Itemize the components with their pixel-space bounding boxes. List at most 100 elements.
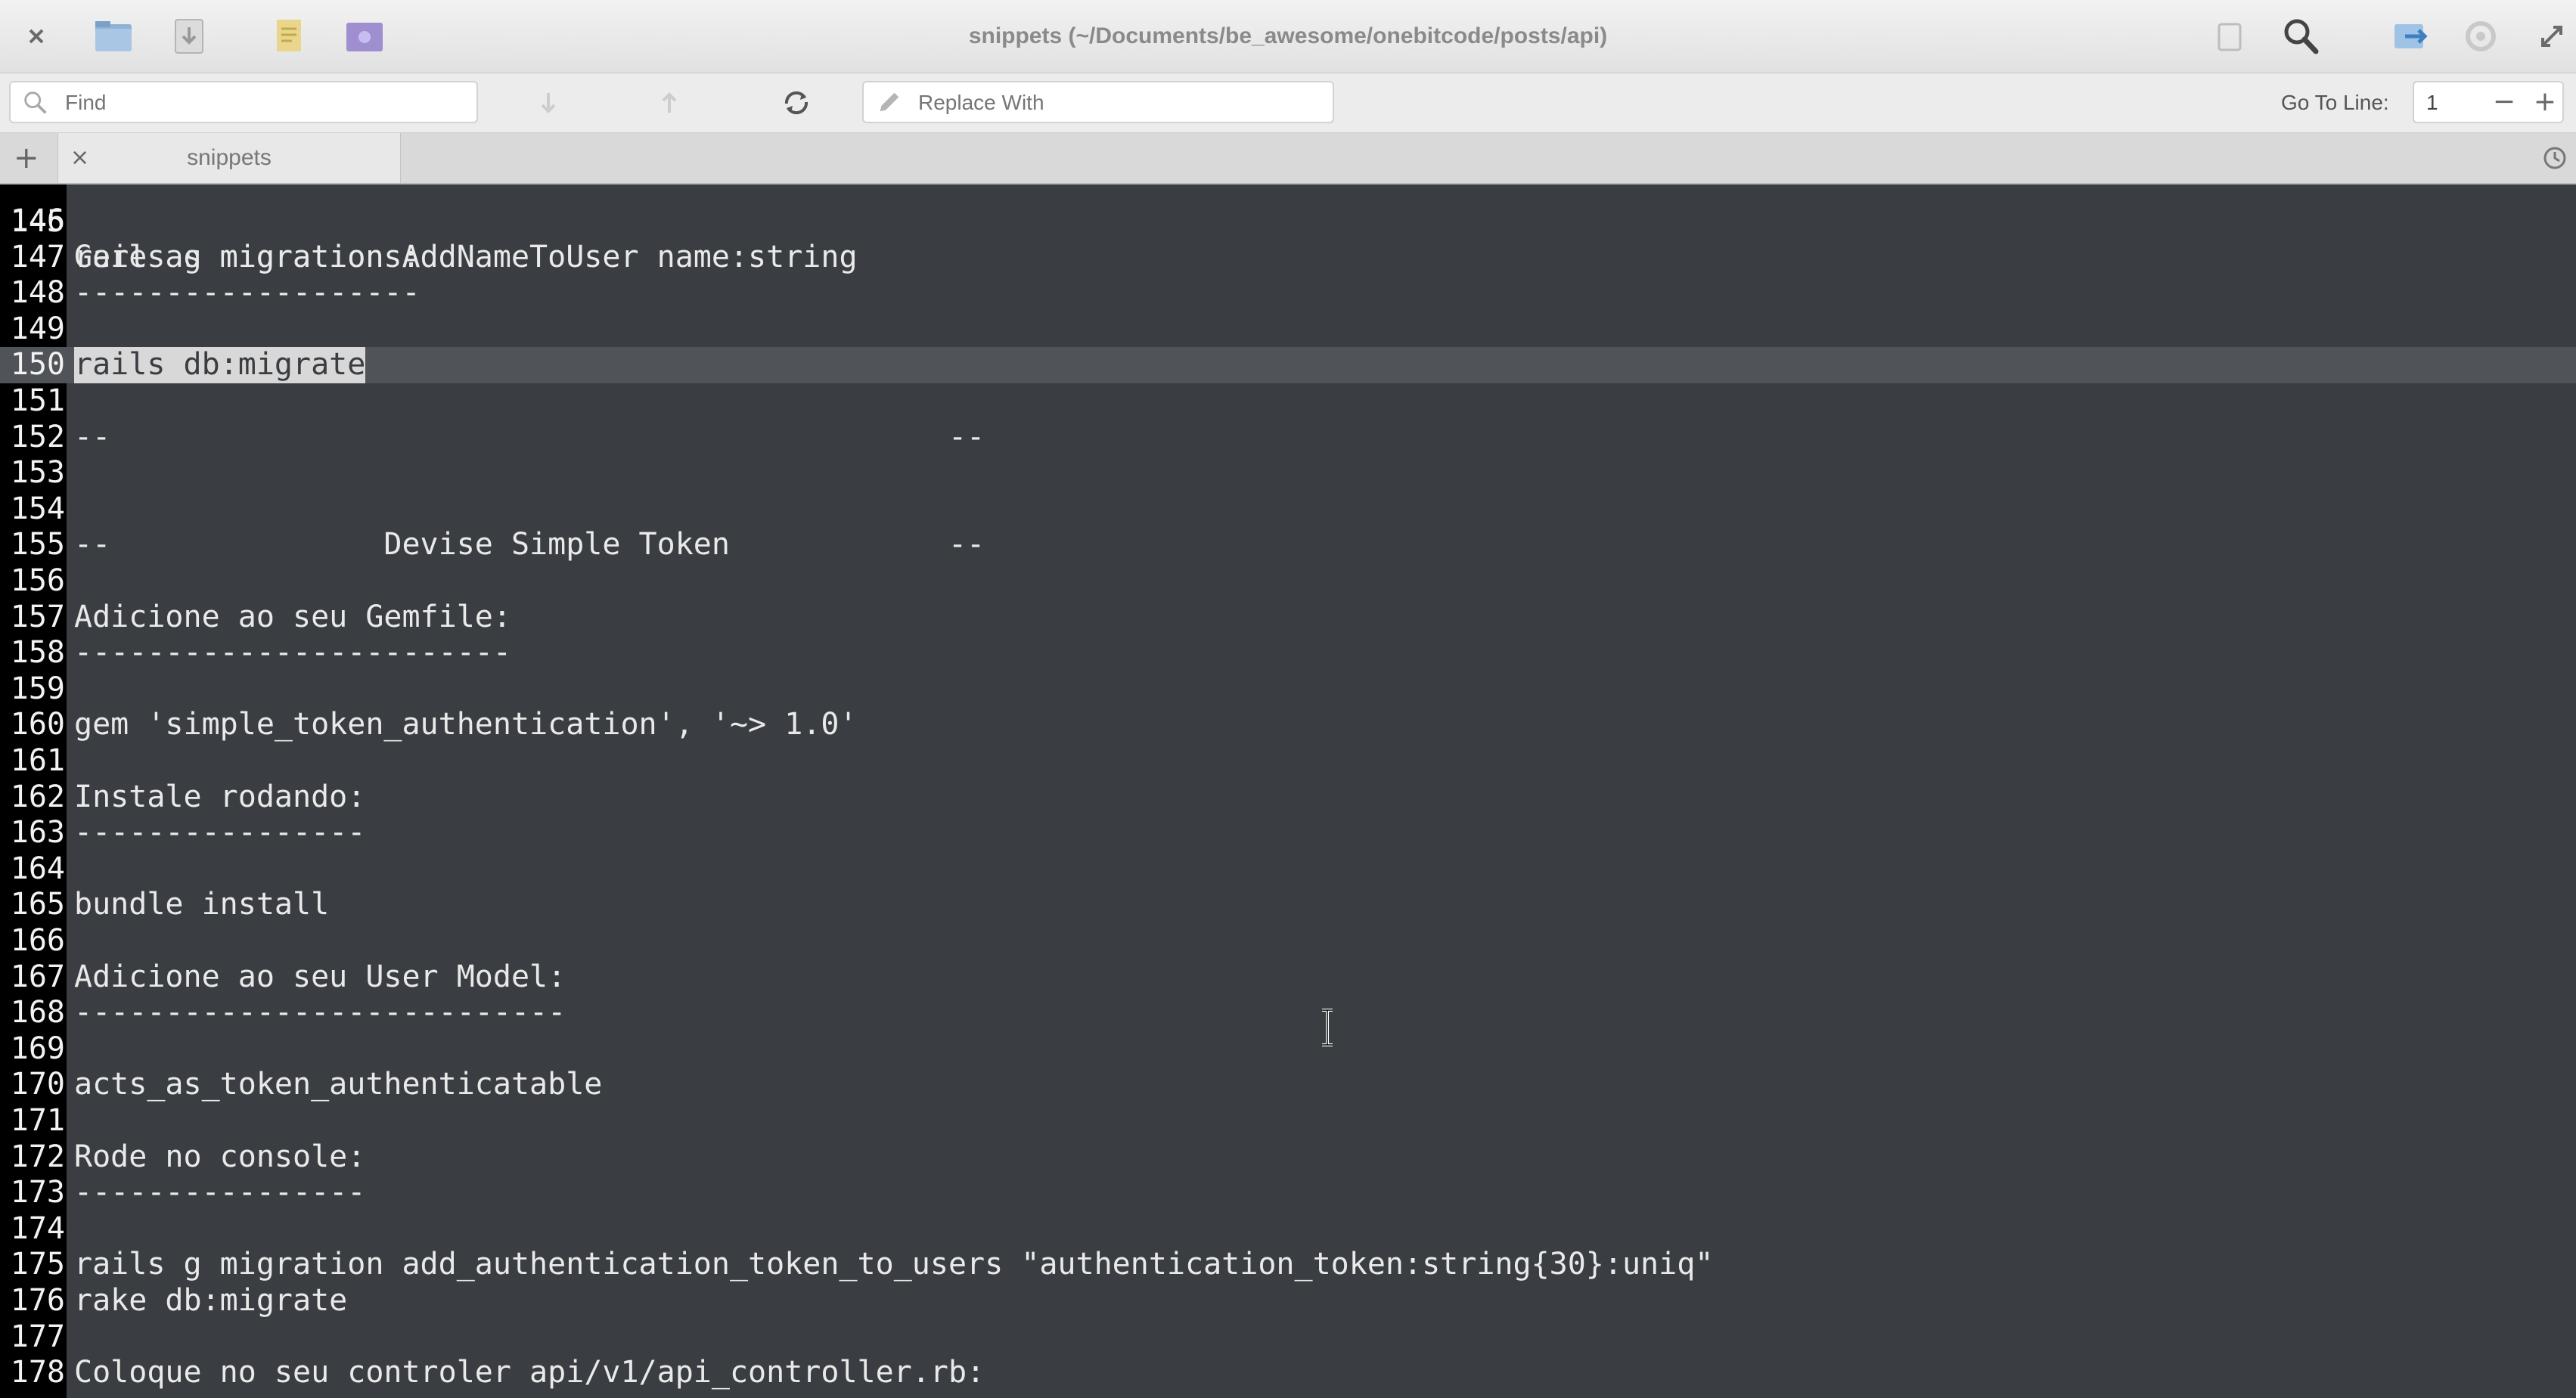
find-input[interactable] <box>64 82 439 123</box>
code-line[interactable]: 151 <box>0 383 2576 420</box>
line-number: 163 <box>10 815 65 851</box>
code-line[interactable]: 150 rails db:migrate <box>0 347 2576 383</box>
line-number: 162 <box>10 779 65 814</box>
cyclic-search-button[interactable] <box>777 84 815 122</box>
search-icon[interactable] <box>2278 14 2323 59</box>
line-number: 174 <box>10 1210 65 1246</box>
tab-snippets[interactable]: × snippets <box>57 133 401 183</box>
new-tab-button[interactable]: + <box>14 133 39 183</box>
line-text[interactable]: ------------------------ <box>74 635 511 671</box>
line-number: 173 <box>10 1175 65 1210</box>
code-line[interactable]: 178 Coloque no seu controler api/v1/api_c… <box>0 1355 2576 1391</box>
line-text[interactable]: Adicione ao seu Gemfile: <box>74 600 511 636</box>
code-line[interactable]: 165 bundle install <box>0 887 2576 923</box>
replace-input[interactable] <box>917 82 1295 123</box>
cycle-icon <box>784 91 808 115</box>
line-text[interactable]: --------------------------- <box>74 995 566 1031</box>
line-text[interactable]: Rode no console: <box>74 1139 365 1176</box>
code-line[interactable]: 153 <box>0 455 2576 491</box>
goto-line-label: Go To Line: <box>2281 91 2389 114</box>
code-line[interactable]: 146 <box>0 203 2576 240</box>
search-icon <box>24 91 47 114</box>
code-line[interactable]: 163 ---------------- <box>0 815 2576 851</box>
line-text[interactable]: Adicione ao seu User Model: <box>74 959 566 996</box>
code-line[interactable]: 164 <box>0 851 2576 888</box>
find-icon[interactable] <box>2207 14 2252 59</box>
line-number: 148 <box>10 275 65 311</box>
code-line[interactable]: 162 Instale rodando: <box>0 780 2576 816</box>
goto-decrement-button[interactable]: − <box>2485 84 2523 120</box>
line-text[interactable]: rails db:migrate <box>74 347 366 383</box>
line-text[interactable]: acts_as_token_authenticatable <box>74 1067 602 1103</box>
code-line[interactable]: 170 acts_as_token_authenticatable <box>0 1067 2576 1103</box>
line-text[interactable]: ---------------- <box>74 815 365 851</box>
line-text[interactable]: gem 'simple_token_authentication', '~> 1… <box>74 707 858 743</box>
code-line[interactable]: 166 <box>0 923 2576 959</box>
find-replace-bar: Go To Line: − + <box>0 73 2576 133</box>
line-text[interactable]: Instale rodando: <box>74 780 365 816</box>
line-number: 150 <box>10 347 65 383</box>
line-text[interactable]: -- -- <box>74 420 985 456</box>
code-line[interactable]: 175 rails g migration add_authentication_… <box>0 1247 2576 1283</box>
replace-field[interactable] <box>862 81 1334 123</box>
code-line[interactable]: 168 --------------------------- <box>0 995 2576 1031</box>
line-text[interactable]: bundle install <box>74 887 329 923</box>
goto-increment-button[interactable]: + <box>2526 84 2564 120</box>
code-line[interactable]: 157 Adicione ao seu Gemfile: <box>0 600 2576 636</box>
find-next-button[interactable] <box>529 84 567 122</box>
code-line-partial: 145 rails g migration AddNameToUser name… <box>10 203 858 275</box>
code-line[interactable]: 160 gem 'simple_token_authentication', '~… <box>0 707 2576 743</box>
code-line[interactable]: 167 Adicione ao seu User Model: <box>0 959 2576 996</box>
fullscreen-icon[interactable] <box>2529 14 2574 59</box>
line-text[interactable]: Gere as migrations: <box>74 240 421 276</box>
goto-line-field[interactable]: − + <box>2413 81 2564 123</box>
window-title: snippets (~/Documents/be_awesome/onebitc… <box>968 23 1608 48</box>
line-text[interactable]: ---------------- <box>74 1175 365 1211</box>
code-line[interactable]: 152 -- -- <box>0 420 2576 456</box>
code-line[interactable]: 161 <box>0 743 2576 780</box>
code-line[interactable]: 147 Gere as migrations: <box>0 240 2576 276</box>
code-editor[interactable]: 145 rails g migration AddNameToUser name… <box>0 184 2576 1398</box>
code-line[interactable]: 171 <box>0 1103 2576 1139</box>
code-line[interactable]: 154 <box>0 491 2576 528</box>
line-number: 155 <box>10 527 65 563</box>
tab-bar: + × snippets <box>0 133 2576 184</box>
code-line[interactable]: 158 ------------------------ <box>0 635 2576 671</box>
line-number: 146 <box>10 203 65 238</box>
history-icon[interactable] <box>2540 143 2570 173</box>
line-text[interactable]: rails g migration add_authentication_tok… <box>74 1247 1713 1283</box>
line-number: 164 <box>10 851 65 886</box>
code-line[interactable]: 176 rake db:migrate <box>0 1283 2576 1319</box>
code-line[interactable]: 159 <box>0 671 2576 708</box>
code-line[interactable]: 172 Rode no console: <box>0 1139 2576 1176</box>
line-text[interactable]: ------------------- <box>74 275 421 312</box>
line-number: 170 <box>10 1067 65 1102</box>
line-number: 177 <box>10 1319 65 1354</box>
goto-line-input[interactable] <box>2425 82 2481 123</box>
line-text[interactable]: -- Devise Simple Token -- <box>74 527 985 563</box>
line-number: 172 <box>10 1139 65 1174</box>
line-number: 168 <box>10 995 65 1031</box>
line-text[interactable]: rake db:migrate <box>74 1283 347 1319</box>
code-line[interactable]: 149 <box>0 312 2576 348</box>
code-line[interactable]: 148 ------------------- <box>0 275 2576 312</box>
code-line[interactable]: 156 <box>0 563 2576 600</box>
line-text[interactable]: Coloque no seu controler api/v1/api_cont… <box>74 1355 985 1391</box>
code-line[interactable]: 155 -- Devise Simple Token -- <box>0 527 2576 563</box>
line-number: 166 <box>10 923 65 958</box>
line-number: 158 <box>10 635 65 671</box>
share-icon[interactable] <box>2388 14 2434 59</box>
arrow-down-icon <box>541 93 556 113</box>
code-line[interactable]: 169 <box>0 1031 2576 1068</box>
code-line[interactable]: 173 ---------------- <box>0 1175 2576 1211</box>
find-previous-button[interactable] <box>650 84 688 122</box>
line-number: 161 <box>10 743 65 778</box>
line-number: 147 <box>10 239 65 274</box>
code-line[interactable]: 174 <box>0 1211 2576 1248</box>
code-line[interactable]: 177 <box>0 1319 2576 1356</box>
line-number: 154 <box>10 491 65 526</box>
settings-icon[interactable] <box>2458 14 2503 59</box>
line-number: 160 <box>10 707 65 742</box>
line-number: 167 <box>10 959 65 994</box>
find-field[interactable] <box>9 81 478 123</box>
